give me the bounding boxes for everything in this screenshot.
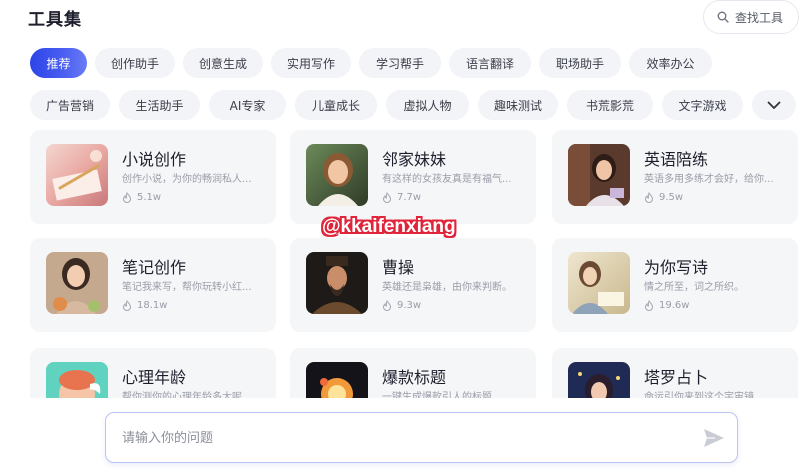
question-input[interactable] bbox=[122, 426, 662, 450]
category-tabs-secondary: 广告营销 生活助手 AI专家 儿童成长 虚拟人物 趣味测试 书荒影荒 文字游戏 bbox=[30, 90, 743, 120]
search-tools-button[interactable]: 查找工具 bbox=[703, 0, 799, 34]
card-usage-stat: 9.3w bbox=[382, 300, 421, 311]
card-usage-count: 5.1w bbox=[137, 192, 162, 203]
card-description: 命运引你来到这个宇宙镜 bbox=[644, 392, 754, 398]
tab-book-movie[interactable]: 书荒影荒 bbox=[567, 90, 653, 120]
fire-icon bbox=[382, 300, 392, 311]
tool-card-mental-age[interactable]: 心理年龄 帮你测你的心理年龄多大呢 bbox=[30, 348, 276, 398]
card-title: 曹操 bbox=[382, 258, 415, 277]
tool-cards-grid: 小说创作 创作小说，为你的畅润私人... 5.1w 邻家妹妹 有这样的女孩友真是… bbox=[30, 130, 800, 398]
tab-ai-expert[interactable]: AI专家 bbox=[209, 90, 286, 120]
card-thumbnail bbox=[46, 144, 108, 206]
tab-office-efficiency[interactable]: 效率办公 bbox=[629, 48, 712, 78]
tab-life-assistant[interactable]: 生活助手 bbox=[119, 90, 200, 120]
card-usage-count: 19.6w bbox=[659, 300, 690, 311]
card-title: 笔记创作 bbox=[122, 258, 187, 277]
card-usage-stat: 5.1w bbox=[122, 192, 161, 203]
card-title: 英语陪练 bbox=[644, 150, 709, 169]
card-thumbnail bbox=[306, 362, 368, 398]
card-description: 一键生成爆款引人的标题 bbox=[382, 392, 492, 398]
card-title: 爆款标题 bbox=[382, 368, 447, 387]
tab-virtual-character[interactable]: 虚拟人物 bbox=[386, 90, 469, 120]
fire-icon bbox=[122, 300, 132, 311]
search-tools-label: 查找工具 bbox=[735, 10, 784, 25]
card-title: 小说创作 bbox=[122, 150, 187, 169]
fire-icon bbox=[644, 192, 654, 203]
watermark-text: @kkaifenxiang bbox=[322, 216, 456, 237]
card-thumbnail bbox=[568, 144, 630, 206]
card-description: 情之所至，词之所织。 bbox=[644, 282, 744, 293]
card-usage-stat: 9.5w bbox=[644, 192, 683, 203]
chat-input-bar bbox=[105, 412, 738, 463]
tool-card-cao-cao[interactable]: 曹操 英雄还是枭雄，由你来判断。 9.3w bbox=[290, 238, 536, 332]
card-description: 帮你测你的心理年龄多大呢 bbox=[122, 392, 242, 398]
tool-card-english-practice[interactable]: 英语陪练 英语多用多练才会好，给你... 9.5w bbox=[552, 130, 798, 224]
fire-icon bbox=[122, 192, 132, 203]
tab-study-helper[interactable]: 学习帮手 bbox=[359, 48, 441, 78]
tool-card-novel-writing[interactable]: 小说创作 创作小说，为你的畅润私人... 5.1w bbox=[30, 130, 276, 224]
card-description: 有这样的女孩友真是有福气... bbox=[382, 174, 512, 185]
card-title: 邻家妹妹 bbox=[382, 150, 447, 169]
card-thumbnail bbox=[46, 252, 108, 314]
tab-creative-generation[interactable]: 创意生成 bbox=[183, 48, 263, 78]
fire-icon bbox=[644, 300, 654, 311]
tool-card-neighbor-sister[interactable]: 邻家妹妹 有这样的女孩友真是有福气... 7.7w bbox=[290, 130, 536, 224]
card-title: 心理年龄 bbox=[122, 368, 187, 387]
card-description: 英雄还是枭雄，由你来判断。 bbox=[382, 282, 512, 293]
tab-child-growth[interactable]: 儿童成长 bbox=[295, 90, 377, 120]
tab-practical-writing[interactable]: 实用写作 bbox=[271, 48, 351, 78]
tool-card-note-writing[interactable]: 笔记创作 笔记我来写，帮你玩转小红... 18.1w bbox=[30, 238, 276, 332]
tool-card-tarot[interactable]: 塔罗占卜 命运引你来到这个宇宙镜 bbox=[552, 348, 798, 398]
card-usage-count: 9.3w bbox=[397, 300, 422, 311]
tab-word-games[interactable]: 文字游戏 bbox=[662, 90, 743, 120]
search-icon bbox=[717, 11, 729, 23]
card-usage-stat: 18.1w bbox=[122, 300, 167, 311]
page-title: 工具集 bbox=[28, 10, 82, 30]
card-title: 塔罗占卜 bbox=[644, 368, 709, 387]
tab-language-translation[interactable]: 语言翻译 bbox=[449, 48, 531, 78]
tool-card-viral-title[interactable]: 爆款标题 一键生成爆款引人的标题 bbox=[290, 348, 536, 398]
tab-creation-assistant[interactable]: 创作助手 bbox=[95, 48, 175, 78]
card-description: 笔记我来写，帮你玩转小红... bbox=[122, 282, 252, 293]
card-usage-count: 9.5w bbox=[659, 192, 684, 203]
card-usage-count: 7.7w bbox=[397, 192, 422, 203]
card-thumbnail bbox=[306, 252, 368, 314]
card-thumbnail bbox=[46, 362, 108, 398]
tool-card-write-poem[interactable]: 为你写诗 情之所至，词之所织。 19.6w bbox=[552, 238, 798, 332]
tab-advertising[interactable]: 广告营销 bbox=[30, 90, 110, 120]
send-icon bbox=[704, 429, 724, 447]
card-usage-stat: 19.6w bbox=[644, 300, 689, 311]
send-button[interactable] bbox=[702, 426, 726, 450]
card-description: 创作小说，为你的畅润私人... bbox=[122, 174, 252, 185]
tab-workplace-assistant[interactable]: 职场助手 bbox=[539, 48, 621, 78]
card-usage-stat: 7.7w bbox=[382, 192, 421, 203]
expand-categories-button[interactable] bbox=[752, 90, 796, 120]
card-thumbnail bbox=[568, 252, 630, 314]
category-tabs-primary: 推荐 创作助手 创意生成 实用写作 学习帮手 语言翻译 职场助手 效率办公 bbox=[30, 48, 712, 78]
tab-fun-test[interactable]: 趣味测试 bbox=[478, 90, 558, 120]
card-description: 英语多用多练才会好，给你... bbox=[644, 174, 774, 185]
chevron-down-icon bbox=[767, 101, 781, 109]
card-thumbnail bbox=[306, 144, 368, 206]
card-title: 为你写诗 bbox=[644, 258, 709, 277]
fire-icon bbox=[382, 192, 392, 203]
card-thumbnail bbox=[568, 362, 630, 398]
card-usage-count: 18.1w bbox=[137, 300, 168, 311]
tab-recommend[interactable]: 推荐 bbox=[30, 48, 87, 78]
